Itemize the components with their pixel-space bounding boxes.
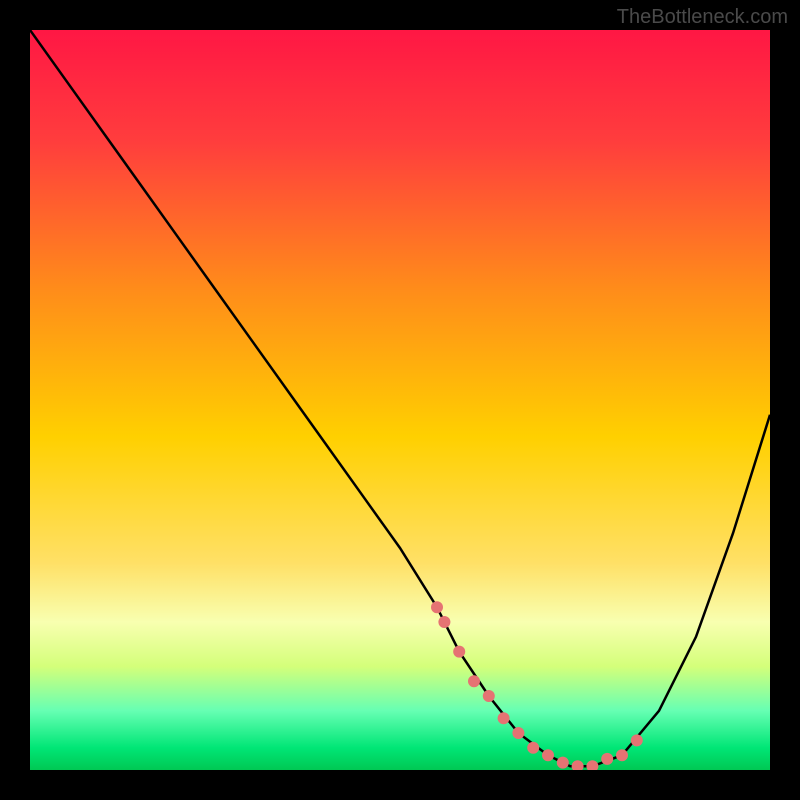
scatter-point: [557, 757, 569, 769]
scatter-point: [438, 616, 450, 628]
scatter-point: [468, 675, 480, 687]
scatter-point: [527, 742, 539, 754]
scatter-point: [453, 646, 465, 658]
scatter-point: [431, 601, 443, 613]
gradient-background: [30, 30, 770, 770]
scatter-point: [483, 690, 495, 702]
scatter-point: [616, 749, 628, 761]
scatter-point: [631, 734, 643, 746]
plot-area: [30, 30, 770, 770]
scatter-point: [601, 753, 613, 765]
scatter-point: [498, 712, 510, 724]
scatter-point: [512, 727, 524, 739]
scatter-point: [542, 749, 554, 761]
chart-canvas: [30, 30, 770, 770]
watermark-text: TheBottleneck.com: [617, 6, 788, 29]
